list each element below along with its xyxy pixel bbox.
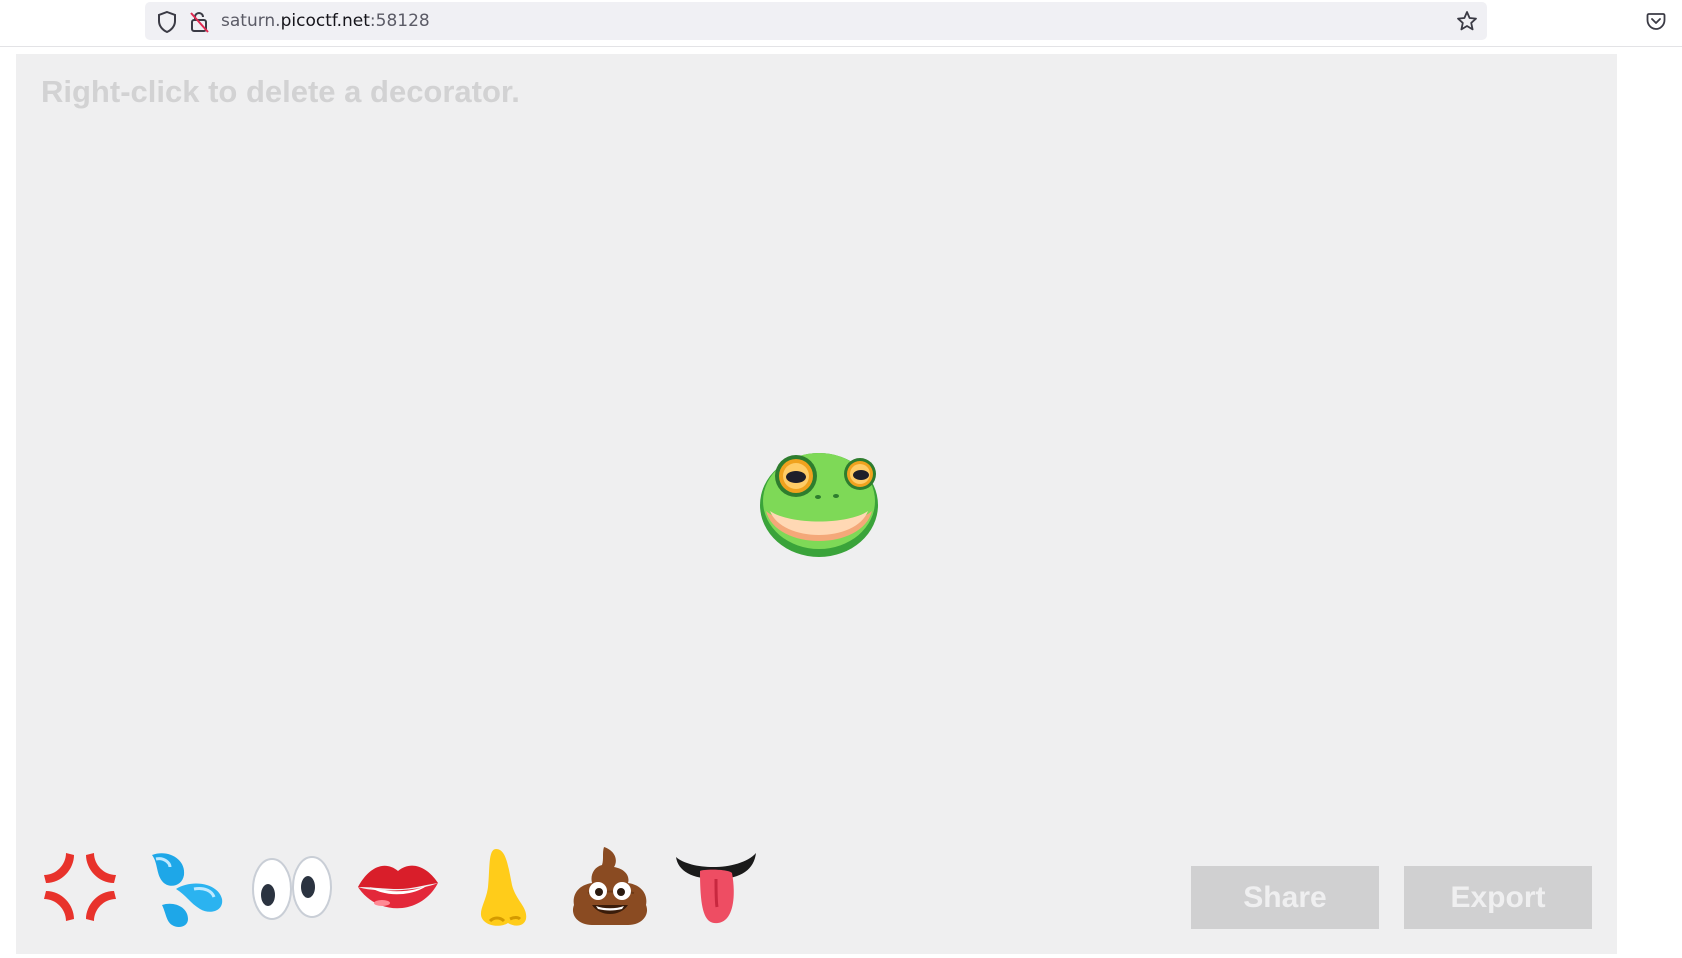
share-button[interactable]: Share bbox=[1191, 866, 1379, 929]
lips-icon[interactable] bbox=[356, 845, 440, 929]
url-host: picoctf.net bbox=[280, 11, 370, 31]
pocket-icon[interactable] bbox=[1644, 9, 1668, 33]
url-subdomain: saturn. bbox=[221, 11, 281, 31]
tongue-mouth-icon[interactable] bbox=[674, 845, 758, 929]
pile-of-poo-icon[interactable] bbox=[568, 845, 652, 929]
url-port: :58128 bbox=[369, 11, 430, 31]
bookmark-star-icon[interactable] bbox=[1455, 9, 1479, 33]
eyes-icon[interactable] bbox=[250, 845, 334, 929]
shield-icon[interactable] bbox=[155, 10, 179, 34]
decorator-palette bbox=[38, 844, 758, 930]
decorator-canvas[interactable]: Right-click to delete a decorator. Share… bbox=[16, 54, 1617, 954]
nose-icon[interactable] bbox=[462, 845, 546, 929]
address-bar[interactable]: saturn.picoctf.net:58128 bbox=[145, 2, 1487, 40]
url-text[interactable]: saturn.picoctf.net:58128 bbox=[221, 2, 430, 40]
sweat-droplets-icon[interactable] bbox=[144, 845, 228, 929]
frog-face-icon[interactable] bbox=[756, 447, 882, 567]
export-button[interactable]: Export bbox=[1404, 866, 1592, 929]
anger-symbol-icon[interactable] bbox=[38, 845, 122, 929]
instruction-text: Right-click to delete a decorator. bbox=[41, 74, 520, 109]
browser-toolbar: saturn.picoctf.net:58128 bbox=[0, 0, 1682, 47]
insecure-lock-icon[interactable] bbox=[187, 10, 211, 34]
